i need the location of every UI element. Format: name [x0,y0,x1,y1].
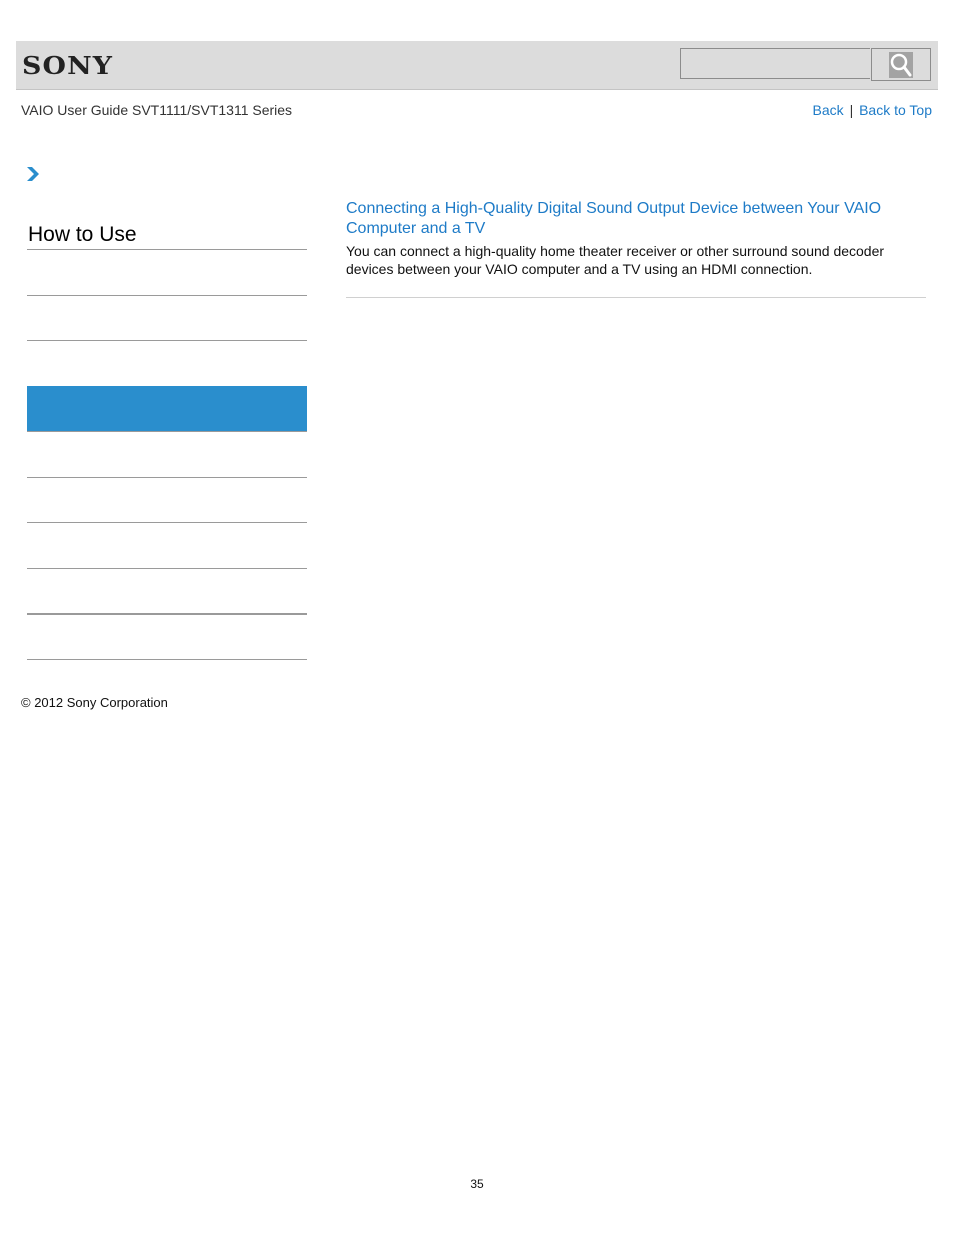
sidebar-divider [27,613,307,615]
header-bar: SONY [16,41,938,90]
sidebar-item[interactable] [27,296,307,340]
sidebar-title: How to Use [28,223,137,246]
article-description: You can connect a high-quality home thea… [346,243,885,277]
search-button[interactable] [871,48,931,81]
main-content: Connecting a High-Quality Digital Sound … [346,199,926,278]
search-input[interactable] [680,48,870,79]
sidebar-item[interactable] [27,432,307,476]
sony-logo[interactable]: SONY [22,51,113,80]
search-icon [889,52,913,78]
back-link[interactable]: Back [813,102,844,118]
page-number: 35 [470,1177,484,1191]
chevron-right-icon[interactable] [26,166,40,182]
sidebar-item[interactable] [27,569,307,613]
copyright: © 2012 Sony Corporation [21,695,168,710]
sidebar-item[interactable] [27,341,307,385]
article-title-link[interactable]: Connecting a High-Quality Digital Sound … [346,199,926,239]
sidebar-item-active[interactable] [27,386,307,431]
guide-title: VAIO User Guide SVT1111/SVT1311 Series [21,102,293,118]
sidebar-item[interactable] [27,250,307,294]
back-to-top-link[interactable]: Back to Top [859,102,932,118]
sidebar-divider [27,659,307,660]
link-separator: | [849,102,854,118]
sidebar-item[interactable] [27,478,307,522]
content-divider [346,297,926,298]
top-links: Back | Back to Top [813,102,932,118]
sidebar-item[interactable] [27,523,307,567]
